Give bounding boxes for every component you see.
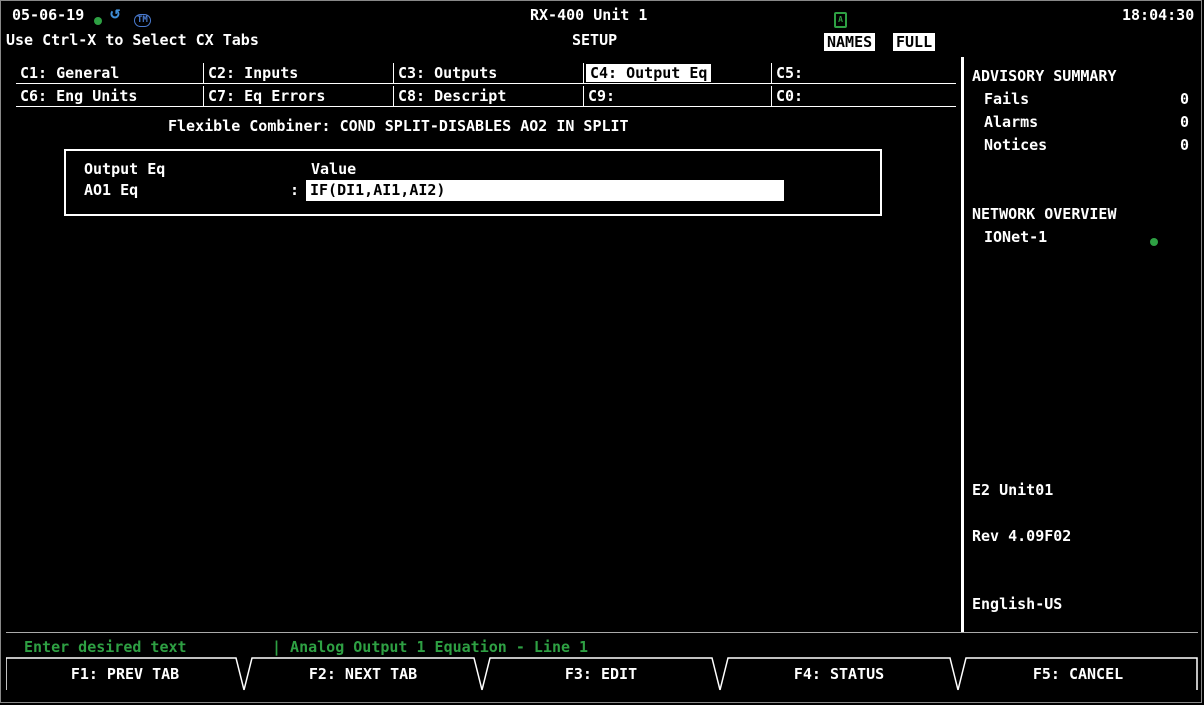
tab-c5[interactable]: C5:: [772, 63, 956, 83]
row-label-ao1-eq: AO1 Eq: [84, 181, 139, 199]
f2-label: F2: NEXT TAB: [308, 665, 418, 683]
header-bar: 05-06-19 ↺ TM RX-400 Unit 1 A 18:04:30 U…: [6, 3, 1198, 56]
f2-next-tab-button[interactable]: F2: NEXT TAB: [244, 657, 482, 691]
tab-row-1: C1: General C2: Inputs C3: Outputs C4: O…: [16, 63, 956, 84]
alarms-label: Alarms: [984, 113, 1039, 131]
tab-c2-inputs[interactable]: C2: Inputs: [204, 63, 394, 83]
status-bar: Enter desired text | Analog Output 1 Equ…: [6, 637, 1198, 657]
tab-c7-eq-errors[interactable]: C7: Eq Errors: [204, 86, 394, 106]
alarms-count: 0: [1180, 113, 1190, 131]
status-dot-icon: [94, 11, 102, 29]
header-time: 18:04:30: [1122, 6, 1195, 24]
f5-label: F5: CANCEL: [1032, 665, 1124, 683]
header-title: RX-400 Unit 1: [530, 6, 648, 24]
names-badge[interactable]: NAMES: [824, 33, 876, 51]
tab-c0[interactable]: C0:: [772, 86, 956, 106]
tab-row-2: C6: Eng Units C7: Eq Errors C8: Descript…: [16, 86, 956, 107]
notices-count: 0: [1180, 136, 1190, 154]
status-separator: [6, 632, 1198, 633]
tab-c9[interactable]: C9:: [584, 86, 772, 106]
header-date: 05-06-19: [12, 6, 85, 24]
language-label: English-US: [972, 595, 1063, 613]
network-status-dot-icon: [1150, 232, 1158, 250]
unit-name: E2 Unit01: [972, 481, 1054, 499]
f5-cancel-button[interactable]: F5: CANCEL: [958, 657, 1198, 691]
tab-c3-outputs[interactable]: C3: Outputs: [394, 63, 584, 83]
network-overview-title: NETWORK OVERVIEW: [972, 205, 1117, 223]
right-panel-divider: [961, 57, 964, 632]
f1-prev-tab-button[interactable]: F1: PREV TAB: [6, 657, 244, 691]
header-hint: Use Ctrl-X to Select CX Tabs: [6, 31, 259, 49]
status-detail: | Analog Output 1 Equation - Line 1: [272, 638, 589, 656]
f4-status-button[interactable]: F4: STATUS: [720, 657, 958, 691]
fails-label: Fails: [984, 90, 1030, 108]
notices-label: Notices: [984, 136, 1048, 154]
status-prompt: Enter desired text: [24, 638, 187, 656]
tab-c8-descript[interactable]: C8: Descript: [394, 86, 584, 106]
tm-icon: TM: [134, 8, 151, 27]
lock-icon: A: [834, 8, 847, 28]
fails-count: 0: [1180, 90, 1190, 108]
f1-label: F1: PREV TAB: [70, 665, 180, 683]
tab-c4-output-eq[interactable]: C4: Output Eq: [584, 63, 772, 83]
advisory-summary-title: ADVISORY SUMMARY: [972, 67, 1117, 85]
f3-edit-button[interactable]: F3: EDIT: [482, 657, 720, 691]
page-title: Flexible Combiner: COND SPLIT-DISABLES A…: [168, 117, 629, 135]
ao1-equation-input[interactable]: IF(DI1,AI1,AI2): [306, 180, 784, 201]
tab-c1-general[interactable]: C1: General: [16, 63, 204, 83]
f4-label: F4: STATUS: [793, 665, 885, 683]
network-item-ionet1[interactable]: IONet-1: [984, 228, 1047, 246]
column-header-value: Value: [311, 160, 357, 178]
connection-icon: ↺: [110, 3, 121, 23]
header-mode: SETUP: [572, 31, 618, 49]
f3-label: F3: EDIT: [564, 665, 638, 683]
full-badge[interactable]: FULL: [893, 33, 936, 51]
tab-c6-eng-units[interactable]: C6: Eng Units: [16, 86, 204, 106]
row-separator: :: [290, 181, 300, 199]
column-header-output-eq: Output Eq: [84, 160, 166, 178]
firmware-revision: Rev 4.09F02: [972, 527, 1072, 545]
